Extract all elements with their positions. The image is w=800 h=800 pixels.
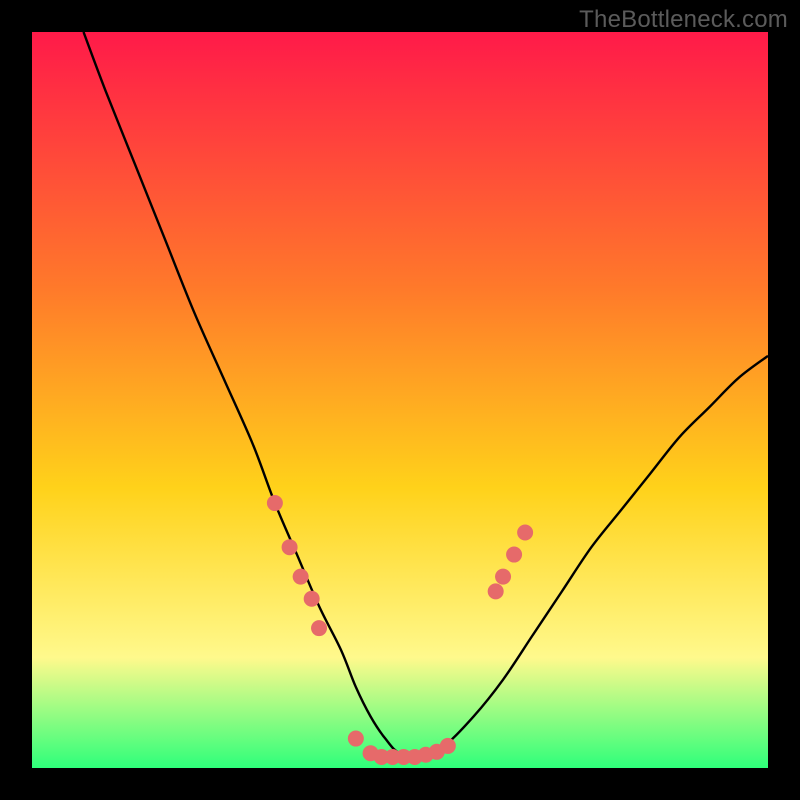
highlight-dot: [517, 524, 533, 540]
highlight-dot: [304, 591, 320, 607]
gradient-background: [32, 32, 768, 768]
highlight-dot: [488, 583, 504, 599]
watermark-text: TheBottleneck.com: [579, 6, 788, 34]
highlight-dot: [348, 731, 364, 747]
highlight-dot: [282, 539, 298, 555]
highlight-dot: [311, 620, 327, 636]
highlight-dot: [267, 495, 283, 511]
highlight-dot: [506, 547, 522, 563]
bottleneck-chart: [32, 32, 768, 768]
highlight-dot: [495, 569, 511, 585]
highlight-dot: [440, 738, 456, 754]
chart-frame: [32, 32, 768, 768]
highlight-dot: [293, 569, 309, 585]
